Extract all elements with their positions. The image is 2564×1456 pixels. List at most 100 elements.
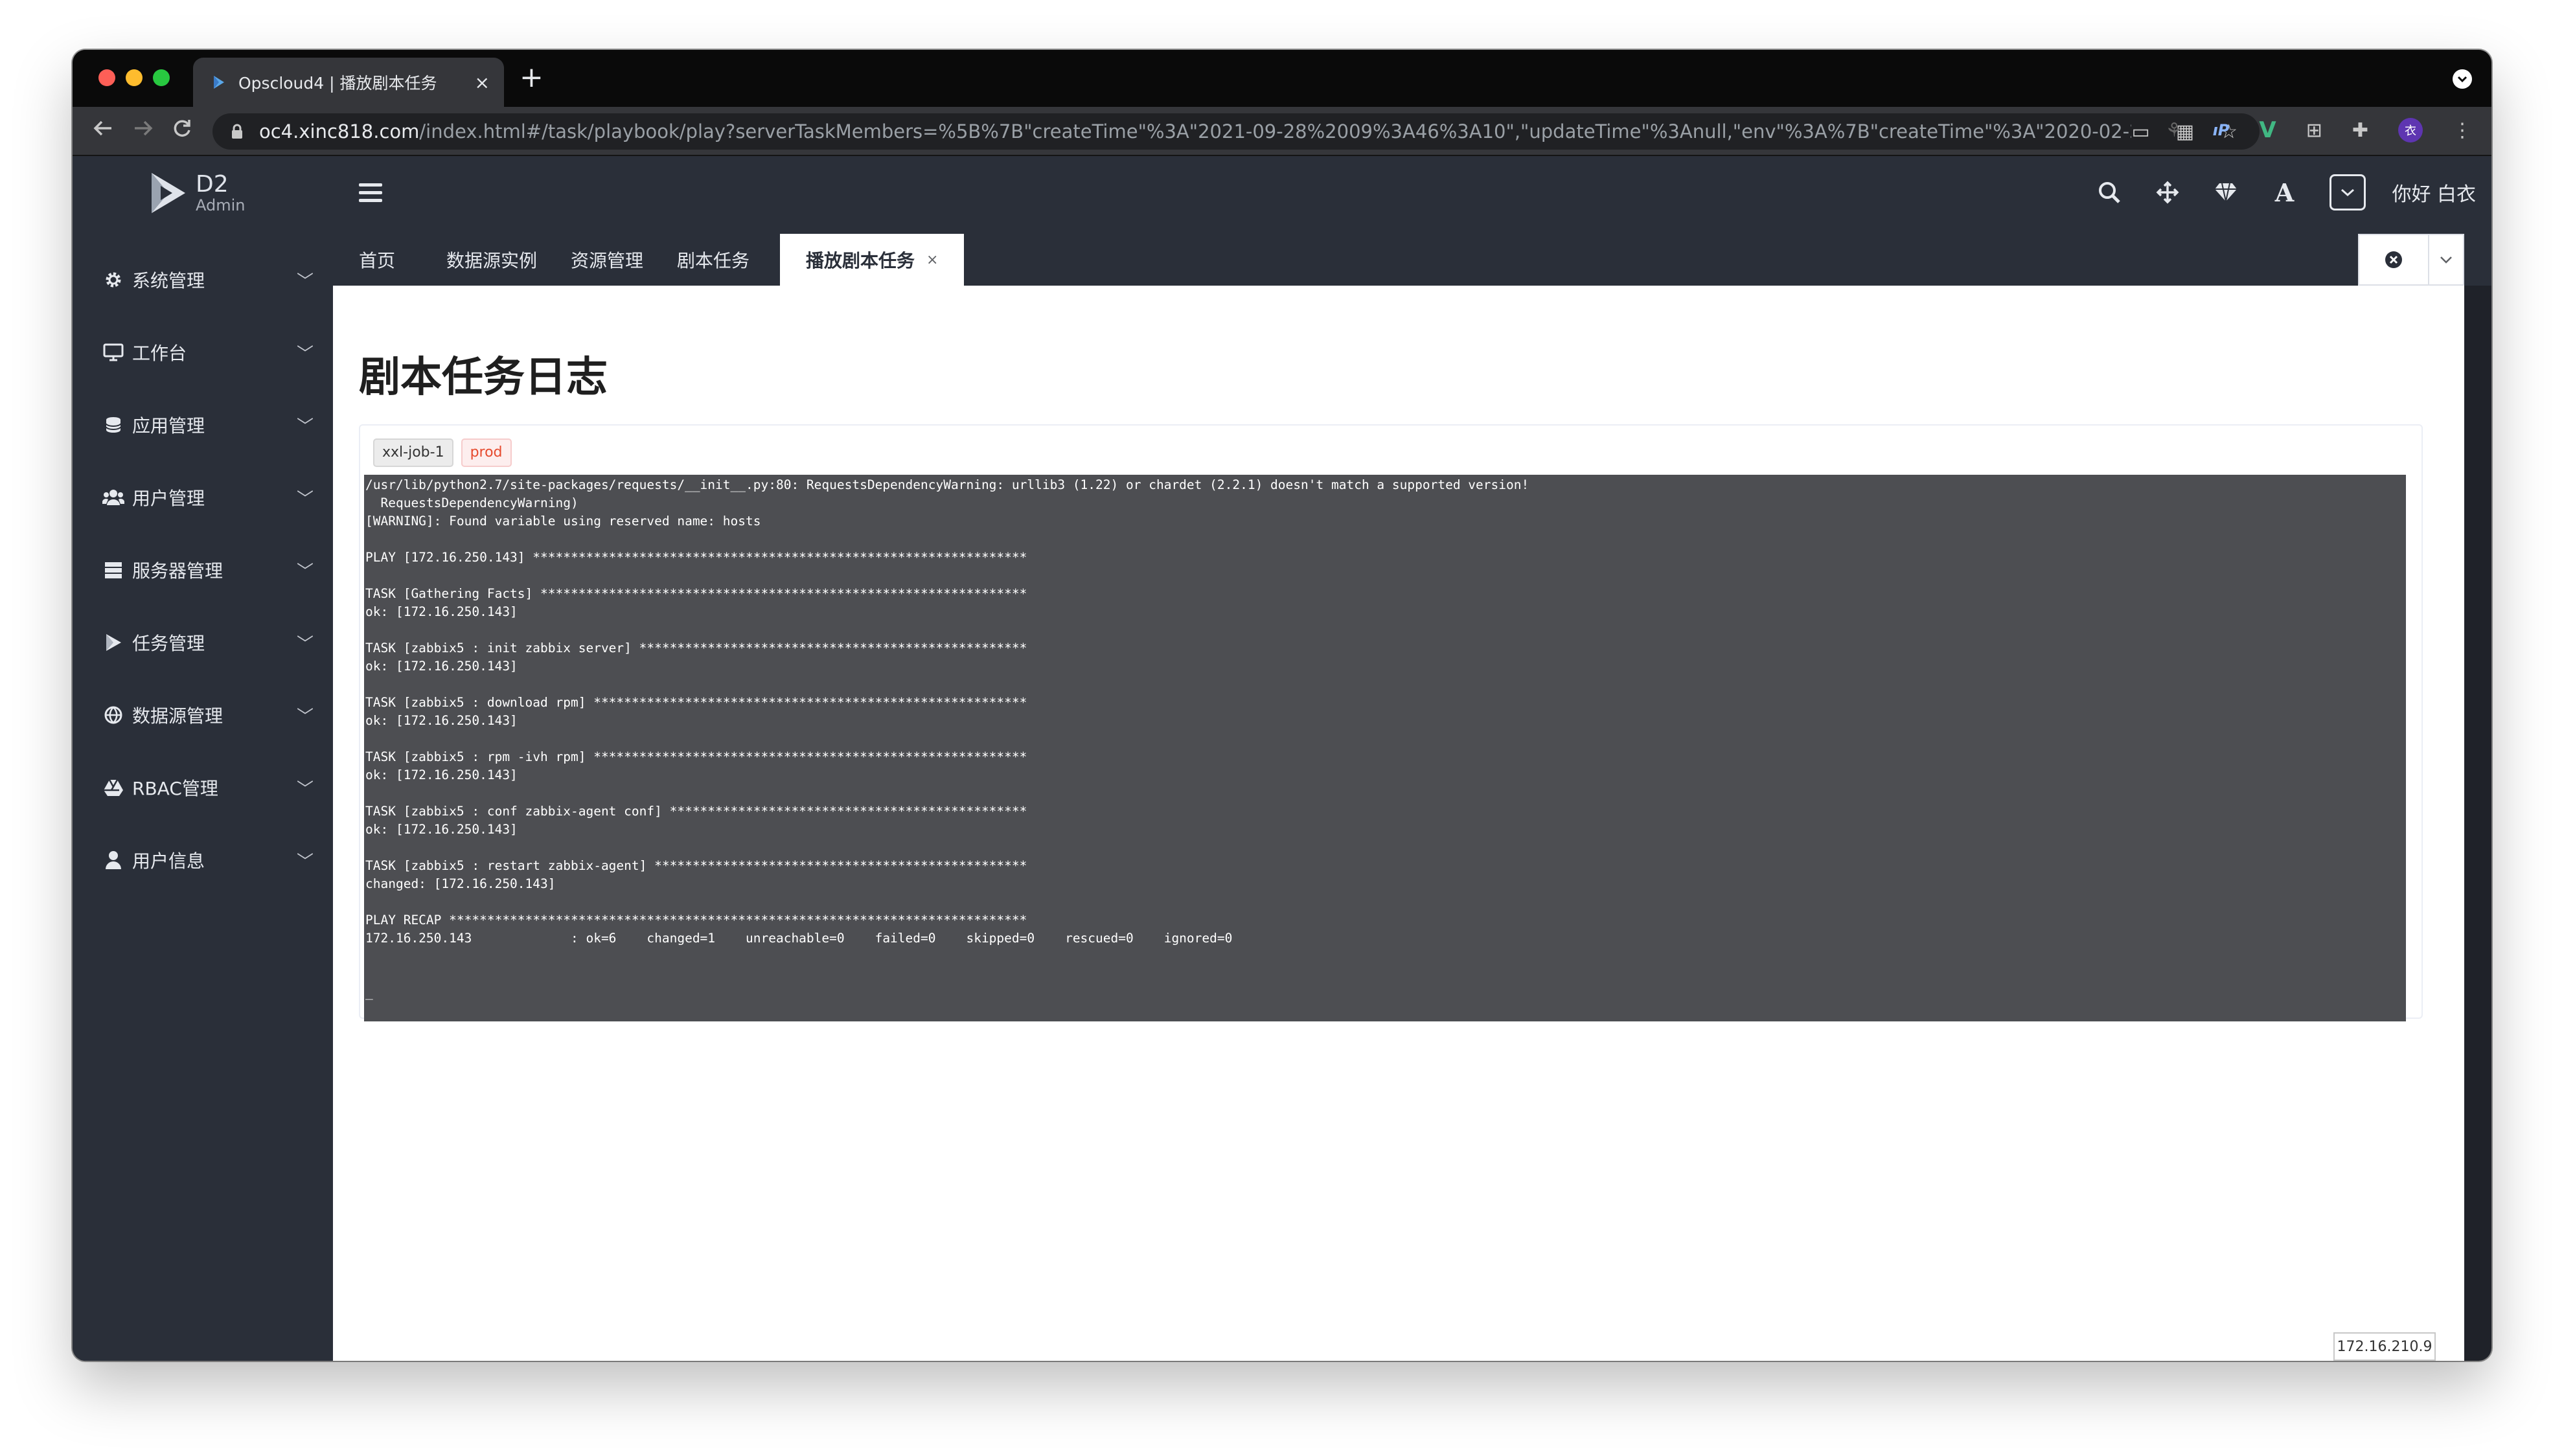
chevron-down-icon: ﹀: [296, 707, 314, 727]
log-text: /usr/lib/python2.7/site-packages/request…: [365, 477, 1529, 1000]
env-tag: prod: [461, 438, 512, 467]
arrow-left-icon: [93, 120, 111, 136]
kebab-menu-icon[interactable]: ⋮: [2453, 119, 2472, 142]
browser-tab-strip: Opscloud4 | 播放剧本任务 × +: [73, 50, 2491, 107]
sidebar-item-label: 工作台: [132, 343, 187, 364]
arrow-right-icon: [135, 120, 153, 136]
chevron-down-icon: ﹀: [296, 489, 314, 509]
app-root: D2 Admin 系统管理 ﹀ 工作台 ﹀ 应用管理 ﹀ 用户管理 ﹀ 服务器管…: [73, 156, 2491, 1361]
browser-toolbar: oc4.xinc818.com/index.html#/task/playboo…: [73, 107, 2491, 156]
back-button[interactable]: [92, 117, 114, 145]
user-icon: [102, 849, 124, 871]
url-text: oc4.xinc818.com/index.html#/task/playboo…: [259, 120, 2132, 142]
tab-close-button[interactable]: ×: [926, 252, 938, 268]
extension-leaf-icon[interactable]: ⚘: [2166, 119, 2183, 142]
reload-button[interactable]: [171, 117, 193, 145]
main-content: 剧本任务日志 xxl-job-1 prod /usr/lib/python2.7…: [333, 286, 2464, 1361]
tab-search-button[interactable]: [2453, 69, 2472, 89]
play-icon: [102, 631, 124, 654]
sidebar-item-label: 系统管理: [132, 270, 205, 291]
database-icon: [102, 414, 124, 436]
extension-grid-icon[interactable]: ⊞: [2306, 119, 2322, 142]
chevron-down-icon: ﹀: [296, 271, 314, 291]
sidebar-item-label: 用户管理: [132, 488, 205, 509]
extensions-area: ⚘ ıP V ⊞ ✚ 衣 ⋮: [2166, 117, 2472, 143]
chevron-down-icon: ﹀: [296, 634, 314, 654]
sidebar-item-label: 任务管理: [132, 633, 205, 654]
chevron-down-icon: ﹀: [296, 562, 314, 582]
browser-window: Opscloud4 | 播放剧本任务 × + oc4.xinc818.com/i…: [73, 50, 2491, 1361]
chevron-down-icon: [2457, 76, 2467, 82]
sidebar-item-tasks[interactable]: 任务管理 ﹀: [73, 606, 333, 679]
sidebar-item-system[interactable]: 系统管理 ﹀: [73, 244, 333, 316]
tab-play-playbook-task[interactable]: 播放剧本任务 ×: [780, 234, 965, 286]
server-tag: xxl-job-1: [373, 438, 453, 467]
sidebar-item-label: 服务器管理: [132, 560, 223, 582]
browser-tab[interactable]: Opscloud4 | 播放剧本任务 ×: [193, 58, 504, 107]
menu-toggle-icon[interactable]: [359, 183, 382, 207]
layout-toggle-icon[interactable]: [2329, 174, 2366, 210]
browser-tab-title: Opscloud4 | 播放剧本任务: [238, 74, 437, 93]
chevron-down-icon: [2440, 256, 2452, 264]
tab-label: 剧本任务: [677, 250, 750, 271]
sidebar: D2 Admin 系统管理 ﹀ 工作台 ﹀ 应用管理 ﹀ 用户管理 ﹀ 服务器管…: [73, 156, 333, 1361]
font-size-icon[interactable]: A: [2271, 178, 2297, 207]
server-icon: [102, 559, 124, 581]
tab-control: [2358, 234, 2464, 286]
lock-icon: [231, 123, 245, 140]
logo[interactable]: D2 Admin: [149, 170, 246, 216]
sidebar-item-label: RBAC管理: [132, 778, 218, 799]
vue-devtools-icon[interactable]: V: [2259, 117, 2276, 143]
sidebar-item-applications[interactable]: 应用管理 ﹀: [73, 389, 333, 461]
terminal-output[interactable]: /usr/lib/python2.7/site-packages/request…: [364, 475, 2406, 1021]
sidebar-item-label: 应用管理: [132, 415, 205, 437]
monitor-icon: [102, 341, 124, 363]
sidebar-item-userinfo[interactable]: 用户信息 ﹀: [73, 824, 333, 896]
close-window-button[interactable]: [98, 69, 115, 86]
tab-home[interactable]: 首页: [333, 234, 421, 286]
cast-icon[interactable]: ▭: [2131, 120, 2149, 143]
puzzle-icon[interactable]: ✚: [2352, 119, 2368, 142]
extension-ip-icon[interactable]: ıP: [2213, 121, 2230, 139]
fullscreen-icon[interactable]: [2155, 179, 2181, 205]
sidebar-item-users[interactable]: 用户管理 ﹀: [73, 461, 333, 534]
tab-label: 首页: [359, 250, 396, 271]
chevron-down-icon: ﹀: [296, 852, 314, 872]
sidebar-item-servers[interactable]: 服务器管理 ﹀: [73, 534, 333, 606]
users-icon: [102, 486, 124, 508]
gear-icon: [102, 269, 124, 291]
forward-button[interactable]: [132, 117, 154, 145]
profile-avatar[interactable]: 衣: [2398, 118, 2423, 142]
theme-diamond-icon[interactable]: [2213, 179, 2239, 205]
close-circle-icon: [2385, 251, 2402, 268]
reload-icon: [174, 120, 190, 137]
page-title: 剧本任务日志: [359, 354, 608, 402]
tab-datasource-instances[interactable]: 数据源实例: [420, 234, 563, 286]
google-drive-icon: [102, 777, 124, 799]
ip-badge: 172.16.210.9: [2333, 1332, 2436, 1361]
new-tab-button[interactable]: +: [520, 62, 544, 94]
tab-label: 资源管理: [571, 250, 644, 271]
close-all-tabs-button[interactable]: [2359, 235, 2429, 284]
chevron-down-icon: ﹀: [296, 344, 314, 364]
browser-tab-close-button[interactable]: ×: [475, 72, 490, 93]
sidebar-menu: 系统管理 ﹀ 工作台 ﹀ 应用管理 ﹀ 用户管理 ﹀ 服务器管理 ﹀ 任务管理 …: [73, 244, 333, 896]
tab-label: 播放剧本任务: [806, 250, 915, 271]
sidebar-item-rbac[interactable]: RBAC管理 ﹀: [73, 751, 333, 824]
search-icon[interactable]: [2096, 179, 2122, 205]
minimize-window-button[interactable]: [126, 69, 143, 86]
user-greeting[interactable]: 你好 白衣: [2392, 178, 2476, 207]
tab-label: 数据源实例: [446, 250, 538, 271]
sidebar-item-label: 用户信息: [132, 850, 205, 872]
maximize-window-button[interactable]: [153, 69, 170, 86]
sidebar-item-datasources[interactable]: 数据源管理 ﹀: [73, 679, 333, 751]
tab-playbook-tasks[interactable]: 剧本任务: [651, 234, 775, 286]
sidebar-item-workbench[interactable]: 工作台 ﹀: [73, 316, 333, 389]
address-bar[interactable]: oc4.xinc818.com/index.html#/task/playboo…: [212, 113, 2260, 150]
chevron-down-icon: ﹀: [296, 779, 314, 799]
tab-dropdown-button[interactable]: [2429, 235, 2463, 284]
chevron-down-icon: ﹀: [296, 416, 314, 437]
app-header: A 你好 白衣: [333, 156, 2491, 234]
logo-title: D2: [196, 171, 229, 198]
logo-subtitle: Admin: [196, 196, 246, 214]
